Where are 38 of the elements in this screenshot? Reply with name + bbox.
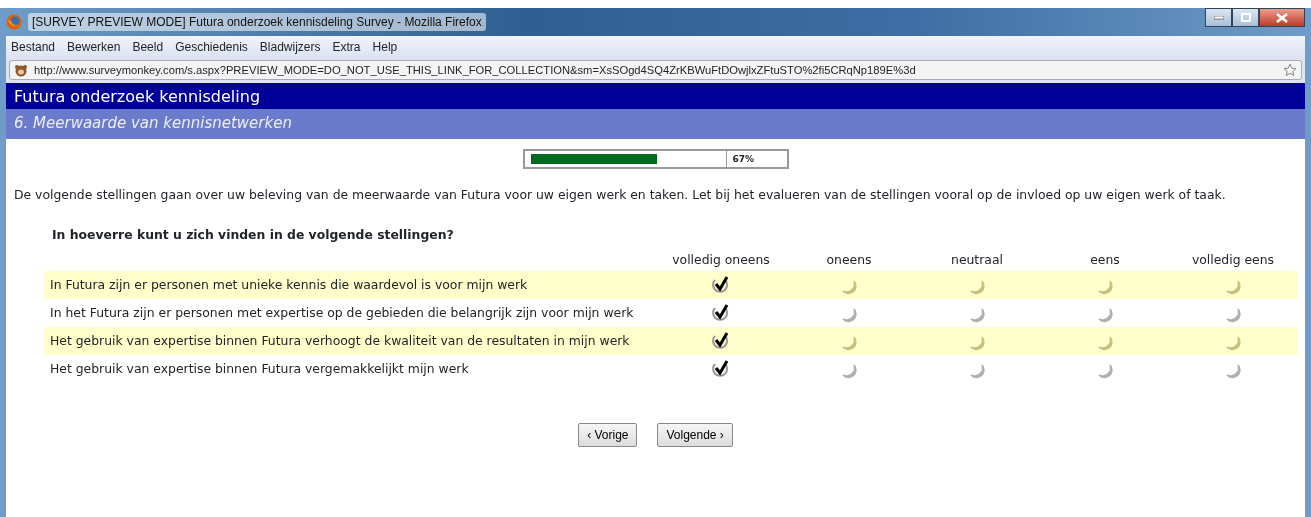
minimize-button[interactable] xyxy=(1205,8,1232,27)
bookmark-star-icon[interactable] xyxy=(1283,63,1297,77)
maximize-button[interactable] xyxy=(1232,8,1259,27)
next-button[interactable]: Volgende › xyxy=(657,423,733,448)
minimize-icon xyxy=(1213,15,1224,20)
address-bar[interactable]: http://www.surveymonkey.com/s.aspx?PREVIEW_MODE=DO_NOT_USE_THIS_LINK_FOR_COLLECTION&sm=XsSOgd4SQ4ZrKBWuFtDOwjlxZFtuSTO%2fi5CRqNp189E%3d xyxy=(9,60,1302,80)
column-header: eens xyxy=(1090,251,1120,267)
statement-text: In het Futura zijn er personen met expertise op de gebieden die belangrijk zijn voor mijn werk xyxy=(50,305,634,321)
statement-text: Het gebruik van expertise binnen Futura verhoogt de kwaliteit van de resultaten in mijn werk xyxy=(50,333,630,349)
progress-reading: 67% xyxy=(731,153,756,166)
survey-title: Futura onderzoek kennisdeling xyxy=(6,83,1305,109)
menu-item[interactable]: Bestand xyxy=(11,38,56,56)
maximize-icon xyxy=(1240,13,1251,22)
close-icon xyxy=(1276,12,1288,23)
menu-item[interactable]: Extra xyxy=(332,38,361,56)
browser-logo-icon xyxy=(6,14,22,30)
menu-item[interactable]: Help xyxy=(372,38,398,56)
checked-radio[interactable] xyxy=(711,359,731,380)
statement-text: Het gebruik van expertise binnen Futura vergemakkelijkt mijn werk xyxy=(50,361,469,377)
question-text: In hoeverre kunt u zich vinden in de volgende stellingen? xyxy=(52,226,455,244)
intro-text: De volgende stellingen gaan over uw beleving van de meerwaarde van Futura voor uw eigen werk en taken. Let bij het evalueren van de stellingen vooral op de invloed op uw eigen werk of taak. xyxy=(13,187,1227,202)
checked-radio[interactable] xyxy=(711,331,731,352)
window-title: [SURVEY PREVIEW MODE] Futura onderzoek kennisdeling Survey - Mozilla Firefox xyxy=(28,13,486,31)
column-header: volledig eens xyxy=(1191,251,1275,267)
menu-item[interactable]: Bladwijzers xyxy=(259,38,321,56)
column-header: oneens xyxy=(826,251,872,267)
column-header: neutraal xyxy=(951,251,1003,267)
checked-radio[interactable] xyxy=(711,275,731,296)
site-icon xyxy=(14,63,28,77)
checked-radio[interactable] xyxy=(711,303,731,324)
close-button[interactable] xyxy=(1259,8,1305,27)
statement-text: In Futura zijn er personen met unieke kennis die waardevol is voor mijn werk xyxy=(50,277,528,293)
previous-button[interactable]: ‹ Vorige xyxy=(578,423,638,448)
page-title: 6. Meerwaarde van kennisnetwerken xyxy=(6,109,1305,139)
column-header: volledig oneens xyxy=(672,251,770,267)
menu-item[interactable]: Bewerken xyxy=(67,38,121,56)
menu-item[interactable]: Geschiedenis xyxy=(175,38,248,56)
menu-item[interactable]: Beeld xyxy=(132,38,164,56)
